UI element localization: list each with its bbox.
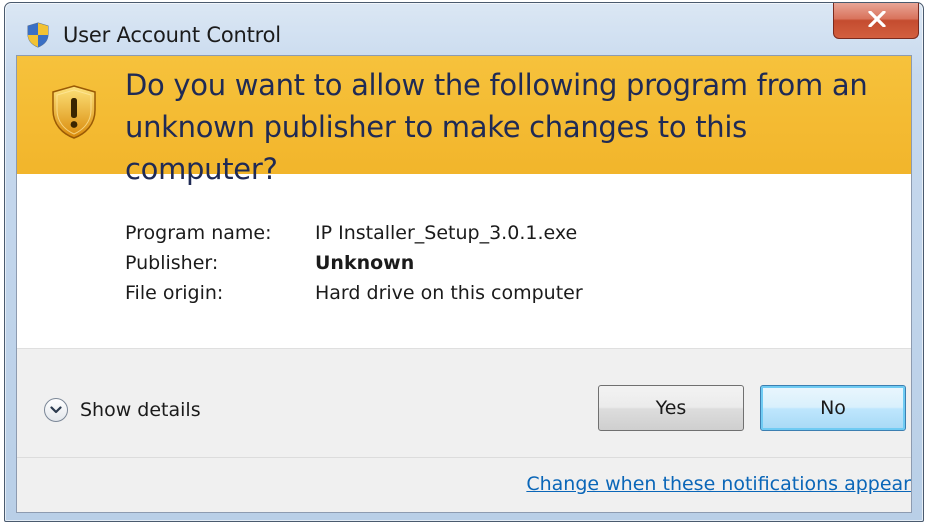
uac-question: Do you want to allow the following progr… (125, 68, 868, 186)
divider (17, 457, 911, 458)
show-details-label: Show details (80, 399, 201, 421)
close-button[interactable] (833, 3, 919, 39)
warning-banner: Do you want to allow the following progr… (17, 56, 911, 186)
window-title: User Account Control (63, 23, 281, 47)
program-name-label: Program name: (125, 222, 272, 244)
change-notifications-link[interactable]: Change when these notifications appear (526, 473, 911, 495)
dialog-content: Do you want to allow the following progr… (16, 55, 912, 513)
file-origin-value: Hard drive on this computer (315, 282, 583, 304)
button-area: Show details Yes No Change when these no… (17, 349, 911, 512)
yes-button[interactable]: Yes (598, 385, 744, 431)
program-name-row: Program name: IP Installer_Setup_3.0.1.ex… (125, 218, 583, 248)
uac-dialog-window: User Account Control Do you want to allo… (4, 2, 924, 522)
no-button[interactable]: No (760, 385, 906, 431)
title-bar: User Account Control (5, 3, 923, 55)
program-name-value: IP Installer_Setup_3.0.1.exe (315, 222, 578, 244)
publisher-label: Publisher: (125, 252, 219, 274)
show-details-toggle[interactable]: Show details (44, 395, 201, 425)
publisher-row: Publisher: Unknown (125, 248, 583, 278)
publisher-value: Unknown (315, 252, 415, 274)
program-info: Program name: IP Installer_Setup_3.0.1.ex… (125, 218, 583, 308)
file-origin-row: File origin: Hard drive on this computer (125, 278, 583, 308)
chevron-down-icon (44, 398, 68, 422)
file-origin-label: File origin: (125, 282, 224, 304)
warning-shield-icon (50, 84, 98, 140)
uac-shield-icon (26, 22, 50, 48)
